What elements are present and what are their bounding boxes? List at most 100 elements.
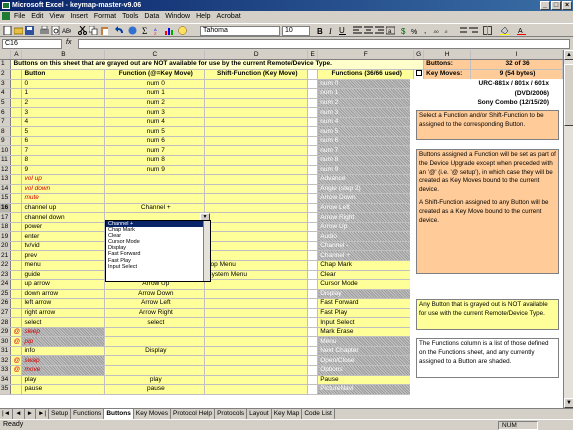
function-column-header[interactable]: Function (@=Key Move) xyxy=(104,69,206,80)
paste-icon[interactable] xyxy=(100,26,109,35)
column-header-f[interactable]: F xyxy=(317,50,415,61)
available-function-cell[interactable]: Channel + xyxy=(317,250,415,261)
cell[interactable] xyxy=(307,317,319,328)
cell[interactable] xyxy=(307,279,319,290)
cell[interactable] xyxy=(307,250,319,261)
shift-function-cell[interactable] xyxy=(204,298,309,309)
function-cell[interactable]: select xyxy=(104,317,206,328)
cell[interactable] xyxy=(307,69,319,80)
function-cell[interactable]: Display xyxy=(104,346,206,357)
available-function-cell[interactable]: Next Chapter xyxy=(317,346,415,357)
keymove-marker-cell[interactable] xyxy=(10,222,23,233)
cell[interactable] xyxy=(307,375,319,386)
shift-function-cell[interactable] xyxy=(204,212,309,223)
row-header[interactable]: 27 xyxy=(0,308,12,319)
menu-window[interactable]: Window xyxy=(165,13,190,20)
align-right-icon[interactable] xyxy=(375,26,384,35)
keymove-marker-cell[interactable] xyxy=(10,184,23,195)
button-cell[interactable]: mute xyxy=(21,193,106,204)
column-header-h[interactable]: H xyxy=(423,50,472,61)
shift-function-cell[interactable] xyxy=(204,155,309,166)
shift-function-cell[interactable] xyxy=(204,184,309,195)
help-icon[interactable] xyxy=(178,26,187,35)
row-header[interactable]: 26 xyxy=(0,298,12,309)
cell[interactable] xyxy=(307,203,319,214)
fill-color-icon[interactable] xyxy=(500,26,509,35)
available-function-cell[interactable]: Fast Forward xyxy=(317,298,415,309)
percent-icon[interactable]: % xyxy=(411,26,420,35)
button-cell[interactable]: 8 xyxy=(21,155,106,166)
keymove-marker-cell[interactable] xyxy=(10,126,23,137)
menu-format[interactable]: Format xyxy=(94,13,116,20)
function-cell[interactable]: num 9 xyxy=(104,165,206,176)
column-header-i[interactable]: I xyxy=(470,50,563,61)
row-header[interactable]: 19 xyxy=(0,231,12,242)
row-header[interactable]: 20 xyxy=(0,241,12,252)
row-header[interactable]: 24 xyxy=(0,279,12,290)
button-cell[interactable]: channel down xyxy=(21,212,106,223)
shift-function-cell[interactable] xyxy=(204,355,309,366)
tab-nav-first[interactable]: |◄ xyxy=(0,409,14,419)
shift-function-cell[interactable] xyxy=(204,222,309,233)
available-function-cell[interactable]: Cursor Mode xyxy=(317,279,415,290)
function-cell[interactable] xyxy=(104,184,206,195)
banner-cell[interactable]: Buttons on this sheet that are grayed ou… xyxy=(10,59,425,70)
shift-function-cell[interactable] xyxy=(204,145,309,156)
available-function-cell[interactable]: num 6 xyxy=(317,136,415,147)
keymove-marker-cell[interactable] xyxy=(10,136,23,147)
cell[interactable] xyxy=(307,222,319,233)
available-function-cell[interactable]: Chap Mark xyxy=(317,260,415,271)
shift-function-cell[interactable] xyxy=(204,203,309,214)
cell[interactable] xyxy=(307,346,319,357)
keymove-marker-cell[interactable] xyxy=(10,107,23,118)
available-function-cell[interactable]: num 8 xyxy=(317,155,415,166)
available-function-cell[interactable]: Audio xyxy=(317,231,415,242)
formula-input[interactable] xyxy=(78,39,570,49)
save-icon[interactable] xyxy=(25,26,34,35)
cell[interactable] xyxy=(307,145,319,156)
function-cell[interactable]: Arrow Down xyxy=(104,289,206,300)
keymove-marker-cell[interactable]: @ xyxy=(10,327,23,338)
function-cell[interactable] xyxy=(104,336,206,347)
cut-icon[interactable] xyxy=(78,26,87,35)
column-header-b[interactable]: B xyxy=(21,50,106,61)
sheet-tab-protocols[interactable]: Protocols xyxy=(215,409,248,419)
keymove-marker-cell[interactable] xyxy=(10,346,23,357)
button-cell[interactable]: right arrow xyxy=(21,308,106,319)
function-cell[interactable]: pause xyxy=(104,384,206,395)
tab-nav-next[interactable]: ► xyxy=(25,409,36,419)
sheet-tab-key-moves[interactable]: Key Moves xyxy=(134,409,172,419)
row-header[interactable]: 7 xyxy=(0,117,12,128)
shift-function-cell[interactable] xyxy=(204,174,309,185)
decrease-decimal-icon[interactable]: .0 xyxy=(444,26,453,35)
button-cell[interactable]: power xyxy=(21,222,106,233)
select-all-corner[interactable] xyxy=(0,50,12,61)
available-function-cell[interactable]: Menu xyxy=(317,336,415,347)
decrease-indent-icon[interactable] xyxy=(458,26,467,35)
keymove-marker-cell[interactable] xyxy=(10,79,23,90)
available-function-cell[interactable]: num 2 xyxy=(317,98,415,109)
button-cell[interactable]: vol up xyxy=(21,174,106,185)
menu-data[interactable]: Data xyxy=(144,13,159,20)
row-header[interactable]: 10 xyxy=(0,145,12,156)
row-header[interactable]: 8 xyxy=(0,126,12,137)
shift-function-cell[interactable] xyxy=(204,117,309,128)
sheet-tab-setup[interactable]: Setup xyxy=(49,409,72,419)
row-header[interactable]: 31 xyxy=(0,346,12,357)
keymove-marker-cell[interactable] xyxy=(10,260,23,271)
button-cell[interactable]: menu xyxy=(21,260,106,271)
cell[interactable] xyxy=(307,126,319,137)
button-cell[interactable]: 6 xyxy=(21,136,106,147)
merge-center-icon[interactable]: a xyxy=(386,26,395,35)
shift-function-cell[interactable] xyxy=(204,384,309,395)
button-cell[interactable]: select xyxy=(21,317,106,328)
keymove-marker-cell[interactable] xyxy=(10,203,23,214)
cell[interactable] xyxy=(307,231,319,242)
available-function-cell[interactable]: Advance xyxy=(317,174,415,185)
sheet-tab-code-list[interactable]: Code List xyxy=(302,409,335,419)
vertical-scrollbar[interactable]: ▲ ▼ xyxy=(563,50,573,408)
button-cell[interactable]: 7 xyxy=(21,145,106,156)
available-function-cell[interactable]: Display xyxy=(317,289,415,300)
row-header[interactable]: 2 xyxy=(0,69,12,80)
column-header-a[interactable]: A xyxy=(10,50,23,61)
